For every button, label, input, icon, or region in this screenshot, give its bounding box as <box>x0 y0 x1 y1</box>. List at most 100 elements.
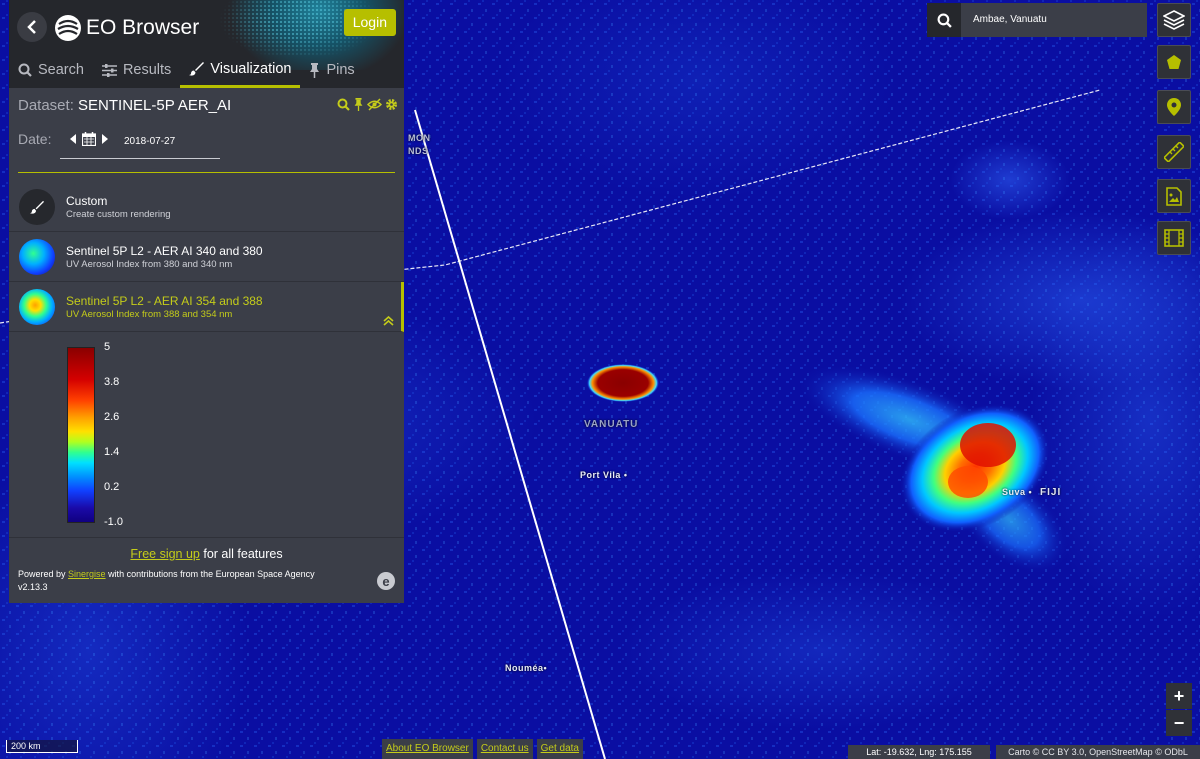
custom-thumb <box>19 189 55 225</box>
version-text: v2.13.3 <box>18 582 48 592</box>
legend-tick: 1.4 <box>104 446 120 458</box>
caret-left-icon[interactable] <box>70 134 76 144</box>
map-label-solomon-2: NDS <box>408 146 429 156</box>
date-input-underline <box>60 158 220 159</box>
sinergise-link[interactable]: Sinergise <box>68 569 106 579</box>
film-icon <box>1164 229 1184 247</box>
dataset-actions <box>337 98 398 111</box>
layer-description: UV Aerosol Index from 380 and 340 nm <box>66 259 233 270</box>
date-row: Date: 2018-07-27 <box>18 130 398 159</box>
layer-item-aer-ai-354-388[interactable]: Sentinel 5P L2 - AER AI 354 and 388 UV A… <box>9 282 404 332</box>
powered-prefix: Powered by <box>18 569 69 579</box>
get-data-link[interactable]: Get data <box>536 739 583 759</box>
dataset-label: Dataset: <box>18 97 74 114</box>
chevron-left-icon <box>27 20 36 34</box>
date-controls <box>70 132 108 146</box>
free-signup-link[interactable]: Free sign up <box>130 547 199 561</box>
image-download-icon <box>1166 186 1182 206</box>
layer-title: Sentinel 5P L2 - AER AI 354 and 388 <box>66 294 263 308</box>
eye-slash-icon[interactable] <box>367 98 382 111</box>
search-button[interactable] <box>927 3 961 37</box>
date-label: Date: <box>18 131 52 147</box>
measure-button[interactable] <box>1157 135 1191 169</box>
signup-line: Free sign up for all features <box>9 547 404 561</box>
app-title: EO Browser <box>86 16 200 39</box>
tab-results[interactable]: Results <box>93 52 180 88</box>
tab-pins-label: Pins <box>326 62 355 78</box>
contact-link[interactable]: Contact us <box>476 739 533 759</box>
legend-tick: 5 <box>104 341 111 353</box>
tab-visualization[interactable]: Visualization <box>180 52 301 88</box>
calendar-icon[interactable] <box>82 132 96 146</box>
dataset-name: SENTINEL-5P AER_AI <box>78 97 232 114</box>
tab-visualization-label: Visualization <box>210 60 292 77</box>
aoi-draw-button[interactable] <box>1157 45 1191 79</box>
layers-icon <box>1163 10 1185 30</box>
panel-header: EO Browser Login Search Results Visualiz… <box>9 0 404 88</box>
collapse-panel-button[interactable] <box>17 12 47 42</box>
gear-icon[interactable] <box>385 98 398 111</box>
esa-logo-icon[interactable]: e <box>377 572 395 590</box>
pin-icon <box>310 62 320 78</box>
search-icon <box>937 13 952 28</box>
bottom-links: About EO Browser Contact us Get data <box>382 739 583 759</box>
paintbrush-icon <box>189 62 205 76</box>
panel-footer: Free sign up for all features Powered by… <box>9 540 404 603</box>
date-input[interactable]: 2018-07-27 <box>124 136 175 147</box>
signup-rest: for all features <box>199 547 283 561</box>
legend: 5 3.8 2.6 1.4 0.2 -1.0 <box>9 333 404 538</box>
powered-by-line: Powered by Sinergise with contributions … <box>18 569 315 579</box>
map-label-suva: Suva • <box>1002 487 1033 497</box>
layer-item-aer-ai-340-380[interactable]: Sentinel 5P L2 - AER AI 340 and 380 UV A… <box>9 232 404 282</box>
double-chevron-up-icon[interactable] <box>383 316 394 326</box>
eo-browser-logo-icon <box>55 15 81 41</box>
map-label-fiji: FIJI <box>1040 487 1062 498</box>
map-label-port-vila: Port Vila • <box>580 470 628 480</box>
login-button[interactable]: Login <box>343 9 396 36</box>
cursor-coordinates: Lat: -19.632, Lng: 175.155 <box>848 745 990 759</box>
map-attribution: Carto © CC BY 3.0, OpenStreetMap © ODbL <box>996 745 1200 759</box>
sliders-icon <box>101 63 117 77</box>
image-download-button[interactable] <box>1157 179 1191 213</box>
map-label-vanuatu: VANUATU <box>584 419 639 430</box>
ruler-icon <box>1164 142 1184 162</box>
tab-bar: Search Results Visualization Pins <box>9 52 404 88</box>
layer-thumbnail <box>19 239 55 275</box>
tab-search-label: Search <box>38 62 84 78</box>
tab-results-label: Results <box>122 62 172 78</box>
zoom-in-button[interactable]: + <box>1166 683 1192 709</box>
powered-rest: with contributions from the European Spa… <box>105 569 315 579</box>
layer-description: UV Aerosol Index from 388 and 354 nm <box>66 309 233 320</box>
legend-tick: 2.6 <box>104 411 120 423</box>
layer-item-custom[interactable]: Custom Create custom rendering <box>9 182 404 232</box>
location-search: Ambae, Vanuatu <box>927 3 1147 37</box>
location-pin-icon <box>1167 98 1181 116</box>
layers-button[interactable] <box>1157 3 1191 37</box>
tab-search[interactable]: Search <box>9 52 93 88</box>
layer-title: Sentinel 5P L2 - AER AI 340 and 380 <box>66 244 263 258</box>
pin-add-icon[interactable] <box>353 98 364 111</box>
dataset-row: Dataset: SENTINEL-5P AER_AI <box>18 97 398 117</box>
layer-title: Custom <box>66 194 108 208</box>
legend-colorbar <box>67 347 95 523</box>
polygon-icon <box>1167 55 1181 69</box>
map-label-noumea: Nouméa• <box>505 663 548 673</box>
legend-tick: -1.0 <box>104 516 123 528</box>
poi-button[interactable] <box>1157 90 1191 124</box>
layer-description: Create custom rendering <box>66 209 171 220</box>
section-divider <box>18 172 395 173</box>
about-link[interactable]: About EO Browser <box>382 739 473 759</box>
tab-pins[interactable]: Pins <box>300 52 363 88</box>
map-label-solomon: MON <box>408 133 431 143</box>
location-search-input[interactable]: Ambae, Vanuatu <box>973 14 1047 25</box>
paintbrush-icon <box>30 200 44 214</box>
search-icon <box>18 63 32 77</box>
layer-thumbnail <box>19 289 55 325</box>
map-scale: 200 km <box>6 740 78 753</box>
legend-tick: 0.2 <box>104 481 120 493</box>
zoom-out-button[interactable]: − <box>1166 710 1192 736</box>
zoom-to-tile-icon[interactable] <box>337 98 350 111</box>
timelapse-button[interactable] <box>1157 221 1191 255</box>
legend-tick: 3.8 <box>104 376 120 388</box>
caret-right-icon[interactable] <box>102 134 108 144</box>
